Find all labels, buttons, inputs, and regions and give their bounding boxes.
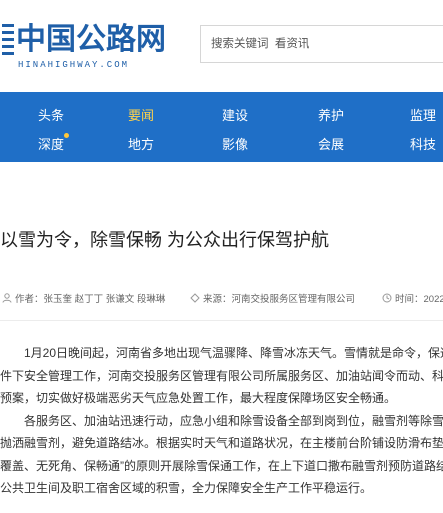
- clock-icon: [382, 293, 392, 303]
- nav-item-jianshe[interactable]: 建设: [222, 105, 248, 124]
- search-box[interactable]: [200, 25, 443, 63]
- article-body: 1月20日晚间起，河南省多地出现气温骤降、降雪冰冻天气。雪情就是命令，保通就 件…: [0, 342, 443, 500]
- site-header: 中国公路网 HINAHIGHWAY.COM: [0, 0, 443, 92]
- search-input[interactable]: [201, 26, 443, 62]
- nav-item-yingxiang[interactable]: 影像: [222, 134, 248, 153]
- nav-item-huizhan[interactable]: 会展: [318, 134, 344, 153]
- paragraph-line: 1月20日晚间起，河南省多地出现气温骤降、降雪冰冻天气。雪情就是命令，保通就: [24, 346, 443, 360]
- logo-domain: HINAHIGHWAY.COM: [18, 60, 130, 70]
- logo-mark-icon: [2, 24, 14, 58]
- meta-divider: [0, 320, 443, 321]
- nav-item-toutiao[interactable]: 头条: [38, 105, 64, 124]
- article-time: 时间：2022-: [382, 291, 443, 305]
- nav-item-difang[interactable]: 地方: [128, 134, 154, 153]
- nav-item-yaowen[interactable]: 要闻: [128, 105, 154, 124]
- time-text: 时间：2022-: [395, 294, 443, 305]
- paragraph-line: 公共卫生间及职工宿舍区域的积雪，全力保障安全生产工作平稳运行。: [0, 481, 373, 495]
- source-icon: [190, 293, 200, 303]
- paragraph-line: 各服务区、加油站迅速行动，应急小组和除雪设备全部到岗到位，融雪剂等除雪物资: [24, 413, 443, 428]
- paragraph-line: 抛洒融雪剂，避免道路结冰。根据实时天气和道路状况，在主楼前台阶铺设防滑布垫，: [0, 436, 443, 450]
- nav-item-yanghu[interactable]: 养护: [318, 105, 344, 124]
- paragraph-line: 覆盖、无死角、保畅通”的原则开展除雪保通工作，在上下道口撒布融雪剂预防道路结冰: [0, 458, 443, 473]
- logo-text: 中国公路网: [16, 22, 166, 57]
- user-icon: [2, 293, 12, 303]
- paragraph-line: 预案，切实做好极端恶劣天气应急处置工作，最大程度保障场区安全畅通。: [0, 391, 397, 405]
- nav-item-shendu[interactable]: 深度: [38, 134, 64, 153]
- article-title: 以雪为令，除雪保畅 为公众出行保驾护航: [0, 230, 329, 250]
- author-text: 作者：张玉奎 赵丁丁 张谦文 段琳琳: [15, 294, 166, 305]
- source-text: 来源：河南交投服务区管理有限公司: [203, 294, 356, 305]
- paragraph-line: 件下安全管理工作，河南交投服务区管理有限公司所属服务区、加油站闻令而动、科学部: [0, 368, 443, 383]
- main-nav: 头条 要闻 建设 养护 监理 深度 地方 影像 会展 科技: [0, 92, 443, 162]
- site-logo[interactable]: 中国公路网 HINAHIGHWAY.COM: [0, 20, 166, 70]
- nav-item-keji[interactable]: 科技: [410, 134, 436, 153]
- article-source: 来源：河南交投服务区管理有限公司: [190, 291, 355, 305]
- article-author: 作者：张玉奎 赵丁丁 张谦文 段琳琳: [2, 291, 165, 305]
- nav-item-jianli[interactable]: 监理: [410, 105, 436, 124]
- new-badge-dot: [64, 133, 69, 138]
